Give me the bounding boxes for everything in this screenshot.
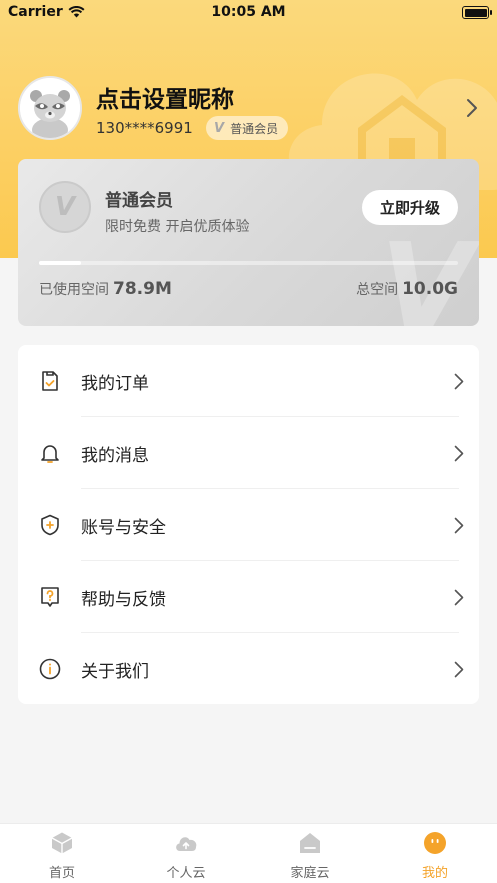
shield-icon (41, 514, 59, 536)
chevron-right-icon (454, 445, 464, 462)
upgrade-button[interactable]: 立即升级 (362, 190, 458, 225)
avatar[interactable] (18, 76, 82, 140)
nickname[interactable]: 点击设置昵称 (96, 80, 234, 114)
storage-progress-bar (39, 261, 458, 265)
menu-item-label: 我的订单 (81, 374, 149, 394)
family-home-icon (300, 833, 320, 853)
me-face-icon (424, 832, 446, 854)
menu-item-help-feedback[interactable]: 帮助与反馈 (18, 561, 479, 633)
tab-me[interactable]: 我的 (373, 824, 497, 883)
info-icon (39, 658, 61, 680)
chevron-right-icon (454, 373, 464, 390)
used-space-value: 78.9M (113, 279, 172, 299)
chevron-right-icon (454, 517, 464, 534)
tab-home[interactable]: 首页 (0, 824, 124, 883)
clock: 10:05 AM (211, 4, 286, 20)
used-space: 已使用空间 78.9M (39, 279, 172, 299)
phone-number: 130****6991 (96, 119, 193, 137)
chevron-right-icon (454, 661, 464, 678)
tab-label: 家庭云 (290, 866, 330, 881)
menu-item-account-security[interactable]: 账号与安全 (18, 489, 479, 561)
settings-menu: 我的订单 我的消息 账号与安全 帮助与反馈 关于我们 (18, 345, 479, 704)
tab-label: 首页 (48, 866, 75, 881)
menu-item-label: 我的消息 (81, 446, 149, 466)
menu-item-label: 关于我们 (81, 662, 149, 682)
home-cube-icon (51, 832, 73, 854)
member-badge-label: 普通会员 (230, 121, 279, 136)
member-badge: V 普通会员 (206, 116, 289, 140)
cloud-upload-icon (176, 837, 197, 851)
total-space: 总空间 10.0G (356, 279, 458, 299)
storage-progress-fill (39, 261, 81, 265)
tab-label: 个人云 (166, 866, 206, 881)
vip-logo-icon: V (39, 181, 91, 233)
vip-v-icon: V (214, 120, 225, 136)
total-space-label: 总空间 (356, 282, 399, 298)
vip-watermark-icon: V (380, 219, 473, 327)
vip-subtitle: 限时免费 开启优质体验 (105, 219, 250, 235)
help-icon (41, 587, 59, 607)
raccoon-avatar-icon (20, 78, 80, 138)
total-space-value: 10.0G (402, 279, 458, 299)
menu-item-about-us[interactable]: 关于我们 (18, 633, 479, 705)
tab-family-cloud[interactable]: 家庭云 (248, 824, 372, 883)
used-space-label: 已使用空间 (39, 282, 109, 298)
menu-item-label: 帮助与反馈 (81, 590, 166, 610)
bell-icon (41, 445, 59, 463)
battery-icon (462, 6, 492, 19)
tab-label: 我的 (421, 866, 448, 881)
chevron-right-icon[interactable] (466, 98, 478, 118)
vip-title: 普通会员 (105, 191, 173, 211)
profile-header[interactable]: 点击设置昵称 130****6991 V 普通会员 (18, 76, 488, 142)
vip-card[interactable]: V V 普通会员 限时免费 开启优质体验 立即升级 已使用空间 78.9M 总空间… (18, 159, 479, 326)
order-icon (42, 371, 58, 391)
menu-item-messages[interactable]: 我的消息 (18, 417, 479, 489)
menu-item-label: 账号与安全 (81, 518, 166, 538)
tab-personal-cloud[interactable]: 个人云 (124, 824, 248, 883)
status-bar: Carrier 10:05 AM (0, 0, 497, 26)
chevron-right-icon (454, 589, 464, 606)
tab-bar: 首页 个人云 家庭云 我的 (0, 823, 497, 883)
menu-item-orders[interactable]: 我的订单 (18, 345, 479, 417)
